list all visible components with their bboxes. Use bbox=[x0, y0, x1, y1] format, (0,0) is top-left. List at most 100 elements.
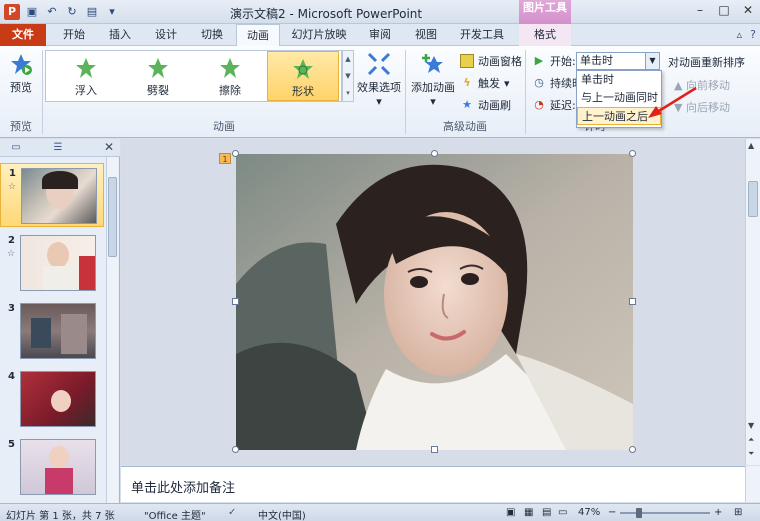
resize-handle-sw[interactable] bbox=[232, 446, 239, 453]
scrollbar-thumb[interactable] bbox=[108, 177, 117, 257]
start-row: ▶ 开始: bbox=[532, 53, 576, 69]
tab-developer[interactable]: 开发工具 bbox=[450, 24, 514, 46]
slides-panel-scrollbar[interactable] bbox=[106, 157, 118, 503]
ribbon-collapse-icon[interactable]: ▵ bbox=[737, 28, 743, 41]
tab-transitions[interactable]: 切换 bbox=[190, 24, 234, 46]
ribbon-tabs: 文件 开始 插入 设计 切换 动画 幻灯片放映 审阅 视图 开发工具 格式 ▵ … bbox=[0, 24, 760, 46]
zoom-slider-thumb[interactable] bbox=[636, 508, 642, 518]
resize-handle-se[interactable] bbox=[629, 446, 636, 453]
resize-handle-nw[interactable] bbox=[232, 150, 239, 157]
help-icon[interactable]: ? bbox=[750, 28, 756, 41]
slide-number: 3 bbox=[8, 303, 15, 314]
trigger-button[interactable]: ϟ 触发 ▾ bbox=[460, 75, 509, 91]
previous-slide-icon[interactable]: ⏶ bbox=[748, 435, 754, 445]
normal-view-icon[interactable]: ▣ bbox=[506, 507, 515, 518]
tab-slideshow[interactable]: 幻灯片放映 bbox=[284, 24, 354, 46]
resize-handle-n[interactable] bbox=[431, 150, 438, 157]
resize-handle-w[interactable] bbox=[232, 298, 239, 305]
slide-thumbnail-4[interactable]: 4 bbox=[0, 367, 104, 431]
powerpoint-icon[interactable]: P bbox=[4, 4, 20, 20]
add-animation-label: 添加动画 bbox=[411, 81, 455, 94]
effect-options-label: 效果选项 bbox=[357, 81, 401, 94]
preview-star-icon bbox=[11, 54, 32, 75]
slideshow-view-icon[interactable]: ▭ bbox=[558, 507, 567, 518]
slides-tab-icon[interactable]: ▭ bbox=[4, 141, 28, 155]
preview-button[interactable]: 预览 bbox=[6, 52, 36, 95]
zoom-in-icon[interactable]: + bbox=[714, 507, 722, 518]
float-in-label: 浮入 bbox=[75, 84, 97, 97]
resize-handle-s[interactable] bbox=[431, 446, 438, 453]
zoom-out-icon[interactable]: − bbox=[608, 507, 616, 518]
split-star-icon bbox=[148, 58, 168, 78]
customize-qat-icon[interactable]: ▾ bbox=[104, 4, 120, 20]
start-label: 开始: bbox=[550, 55, 576, 68]
slide-1-image bbox=[21, 168, 97, 224]
chevron-down-icon[interactable]: ▼ bbox=[645, 53, 659, 69]
slide-thumbnail-1[interactable]: 1 ☆ bbox=[0, 163, 104, 227]
notes-scrollbar[interactable] bbox=[745, 466, 760, 502]
animation-painter-label: 动画刷 bbox=[478, 99, 511, 112]
zoom-slider[interactable] bbox=[620, 512, 710, 514]
group-label-animation: 动画 bbox=[213, 120, 235, 133]
slides-panel: ▭ ☰ ✕ 1 ☆ 2 ☆ 3 4 5 bbox=[0, 139, 120, 503]
scroll-down-icon[interactable]: ▼ bbox=[748, 421, 754, 430]
quick-access-toolbar: ▣ ↶ ↻ ▤ ▾ bbox=[24, 4, 120, 20]
window-controls: – □ ✕ bbox=[688, 0, 760, 20]
slide-5-image bbox=[20, 439, 96, 495]
animation-pane-button[interactable]: 动画窗格 bbox=[460, 53, 522, 69]
fit-to-window-icon[interactable]: ⊞ bbox=[734, 507, 742, 518]
clock-icon: ◷ bbox=[534, 76, 544, 89]
spellcheck-icon[interactable]: ✓ bbox=[228, 507, 236, 518]
float-in-star-icon bbox=[76, 58, 96, 78]
animation-painter-button[interactable]: ★ 动画刷 bbox=[460, 97, 511, 113]
maximize-icon[interactable]: □ bbox=[712, 0, 736, 20]
reading-view-icon[interactable]: ▤ bbox=[542, 507, 551, 518]
animation-pane-label: 动画窗格 bbox=[478, 55, 522, 68]
slide-thumbnail-3[interactable]: 3 bbox=[0, 299, 104, 363]
zoom-level[interactable]: 47% bbox=[578, 507, 600, 518]
save-icon[interactable]: ▣ bbox=[24, 4, 40, 20]
scroll-up-icon[interactable]: ▲ bbox=[748, 141, 754, 150]
resize-handle-e[interactable] bbox=[629, 298, 636, 305]
tab-animations[interactable]: 动画 bbox=[236, 24, 280, 46]
group-label-advanced: 高级动画 bbox=[443, 120, 487, 133]
animation-painter-icon: ★ bbox=[462, 98, 472, 111]
slide-number: 2 bbox=[8, 235, 15, 246]
undo-icon[interactable]: ↶ bbox=[44, 4, 60, 20]
tab-insert[interactable]: 插入 bbox=[98, 24, 142, 46]
slide-photo[interactable] bbox=[236, 154, 633, 450]
effect-options-button[interactable]: 效果选项 ▾ bbox=[356, 52, 402, 108]
close-icon[interactable]: ✕ bbox=[736, 0, 760, 20]
minimize-icon[interactable]: – bbox=[688, 0, 712, 20]
close-panel-icon[interactable]: ✕ bbox=[104, 140, 114, 154]
add-animation-button[interactable]: 添加动画 ▾ bbox=[409, 52, 457, 108]
slide-sorter-icon[interactable]: ▦ bbox=[524, 507, 533, 518]
shape-star-icon bbox=[293, 59, 313, 79]
resize-handle-ne[interactable] bbox=[629, 150, 636, 157]
redo-icon[interactable]: ↻ bbox=[64, 4, 80, 20]
tab-design[interactable]: 设计 bbox=[144, 24, 188, 46]
tab-review[interactable]: 审阅 bbox=[358, 24, 402, 46]
tab-home[interactable]: 开始 bbox=[52, 24, 96, 46]
animation-split[interactable]: 劈裂 bbox=[122, 51, 194, 101]
slide-scrollbar[interactable]: ▲ ▼ ⏶ ⏷ bbox=[745, 139, 760, 465]
animation-order-tag[interactable]: 1 bbox=[219, 153, 231, 164]
animation-shape[interactable]: 形状 bbox=[267, 51, 339, 101]
outline-tab-icon[interactable]: ☰ bbox=[46, 141, 70, 155]
notes-pane[interactable]: 单击此处添加备注 bbox=[121, 466, 745, 502]
scrollbar-thumb[interactable] bbox=[748, 181, 758, 217]
delay-icon: ◔ bbox=[534, 98, 544, 111]
tab-file[interactable]: 文件 bbox=[0, 24, 46, 46]
start-dropdown[interactable]: 单击时 ▼ bbox=[576, 52, 660, 70]
tab-view[interactable]: 视图 bbox=[404, 24, 448, 46]
animation-wipe[interactable]: 擦除 bbox=[194, 51, 266, 101]
gallery-scroll[interactable]: ▲ ▼ ▾ bbox=[342, 50, 354, 102]
picture-icon[interactable]: ▤ bbox=[84, 4, 100, 20]
next-slide-icon[interactable]: ⏷ bbox=[748, 449, 754, 459]
lightning-icon: ϟ bbox=[463, 76, 471, 89]
slide-thumbnail-5[interactable]: 5 bbox=[0, 435, 104, 499]
picture-tools-header: 图片工具 bbox=[519, 0, 571, 24]
animation-float-in[interactable]: 浮入 bbox=[50, 51, 122, 101]
tab-format[interactable]: 格式 bbox=[519, 24, 571, 46]
slide-thumbnail-2[interactable]: 2 ☆ bbox=[0, 231, 104, 295]
